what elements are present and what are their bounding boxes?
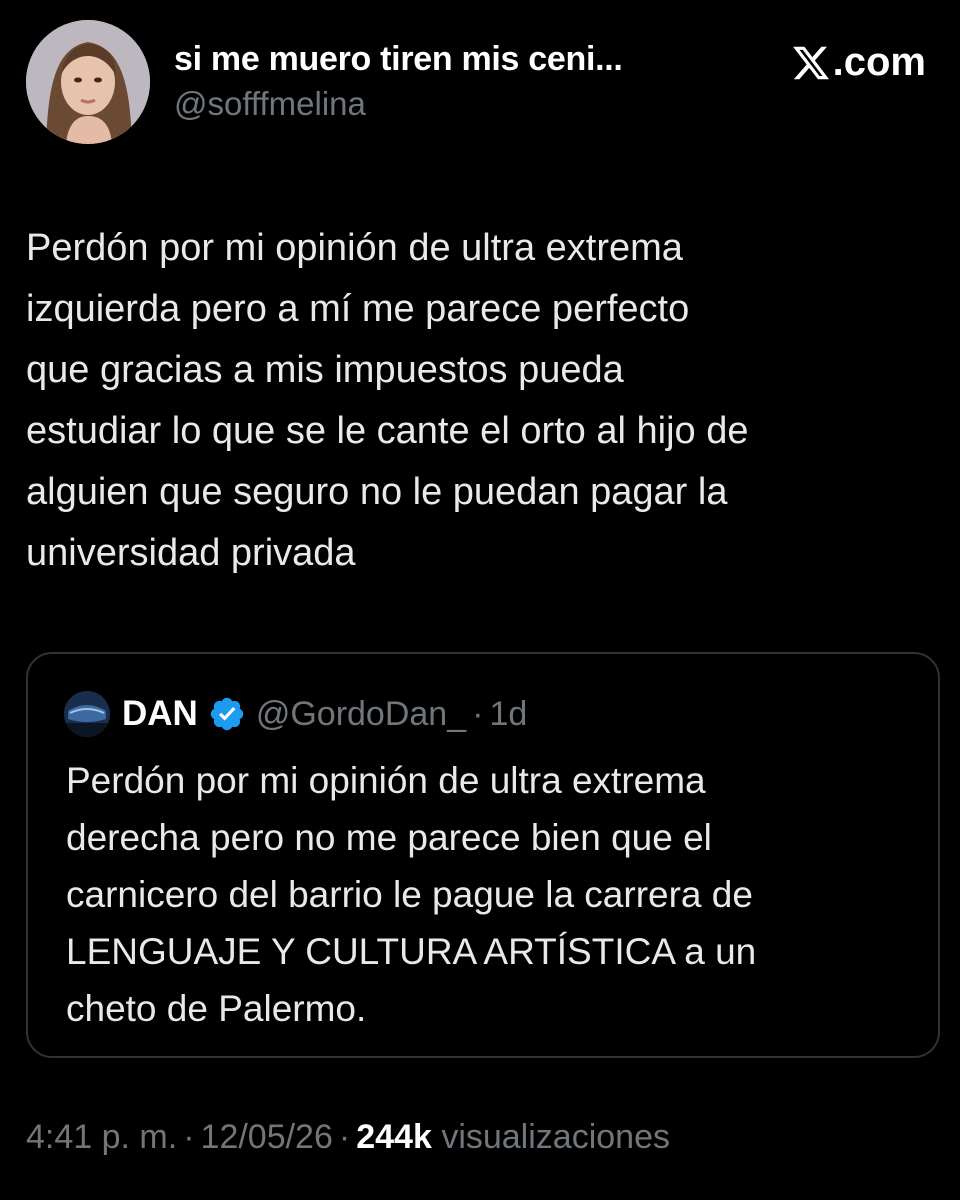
meta-separator: · xyxy=(338,1118,351,1156)
quoted-author-avatar[interactable] xyxy=(64,691,110,737)
quoted-author-handle[interactable]: @GordoDan_ xyxy=(256,695,466,734)
tweet-meta: 4:41 p. m. · 12/05/26 · 244k visualizaciones xyxy=(26,1118,670,1157)
meta-separator: · xyxy=(183,1118,195,1156)
tweet-screenshot: si me muero tiren mis ceni... @sofffmeli… xyxy=(0,0,960,1200)
tweet-text-line: estudiar lo que se le cante el orto al h… xyxy=(26,410,749,452)
quoted-timestamp[interactable]: 1d xyxy=(489,695,527,734)
quoted-text-line: cheto de Palermo. xyxy=(66,988,367,1029)
tweet-text-line: izquierda pero a mí me parece perfecto xyxy=(26,288,690,330)
tweet-text-line: Perdón por mi opinión de ultra extrema xyxy=(26,227,683,269)
views-label: visualizaciones xyxy=(441,1118,670,1156)
quoted-tweet-card[interactable]: DAN @GordoDan_ · 1d Perdón por mi opinió… xyxy=(26,652,940,1058)
avatar-portrait-icon xyxy=(26,20,150,144)
quoted-tweet-text: Perdón por mi opinión de ultra extrema d… xyxy=(66,752,896,1037)
author-names: si me muero tiren mis ceni... @sofffmeli… xyxy=(174,40,623,123)
author-avatar[interactable] xyxy=(26,20,150,144)
quoted-text-line: derecha pero no me parece bien que el xyxy=(66,817,712,858)
tweet-text-line: alguien que seguro no le puedan pagar la xyxy=(26,471,728,513)
verified-badge-icon xyxy=(210,697,244,731)
x-logo-icon xyxy=(792,46,829,79)
quoted-author-name[interactable]: DAN xyxy=(122,694,198,734)
tweet-time[interactable]: 4:41 p. m. xyxy=(26,1118,177,1156)
author-handle[interactable]: @sofffmelina xyxy=(174,85,623,123)
quoted-separator: · xyxy=(472,694,484,733)
tweet-text: Perdón por mi opinión de ultra extrema i… xyxy=(26,218,926,584)
brand-domain: .com xyxy=(832,40,926,84)
tweet-header: si me muero tiren mis ceni... @sofffmeli… xyxy=(26,20,926,150)
tweet-date[interactable]: 12/05/26 xyxy=(201,1118,333,1156)
tweet-text-line: universidad privada xyxy=(26,532,356,574)
quoted-text-line: Perdón por mi opinión de ultra extrema xyxy=(66,760,706,801)
quoted-avatar-icon xyxy=(64,691,110,737)
author-display-name[interactable]: si me muero tiren mis ceni... xyxy=(174,40,623,79)
quoted-text-line: carnicero del barrio le pague la carrera… xyxy=(66,874,753,915)
x-brand: .com xyxy=(791,40,926,85)
quoted-tweet-header: DAN @GordoDan_ · 1d xyxy=(64,690,527,738)
quoted-text-line: LENGUAJE Y CULTURA ARTÍSTICA a un xyxy=(66,931,757,972)
views-count: 244k xyxy=(356,1118,432,1156)
tweet-text-line: que gracias a mis impuestos pueda xyxy=(26,349,624,391)
